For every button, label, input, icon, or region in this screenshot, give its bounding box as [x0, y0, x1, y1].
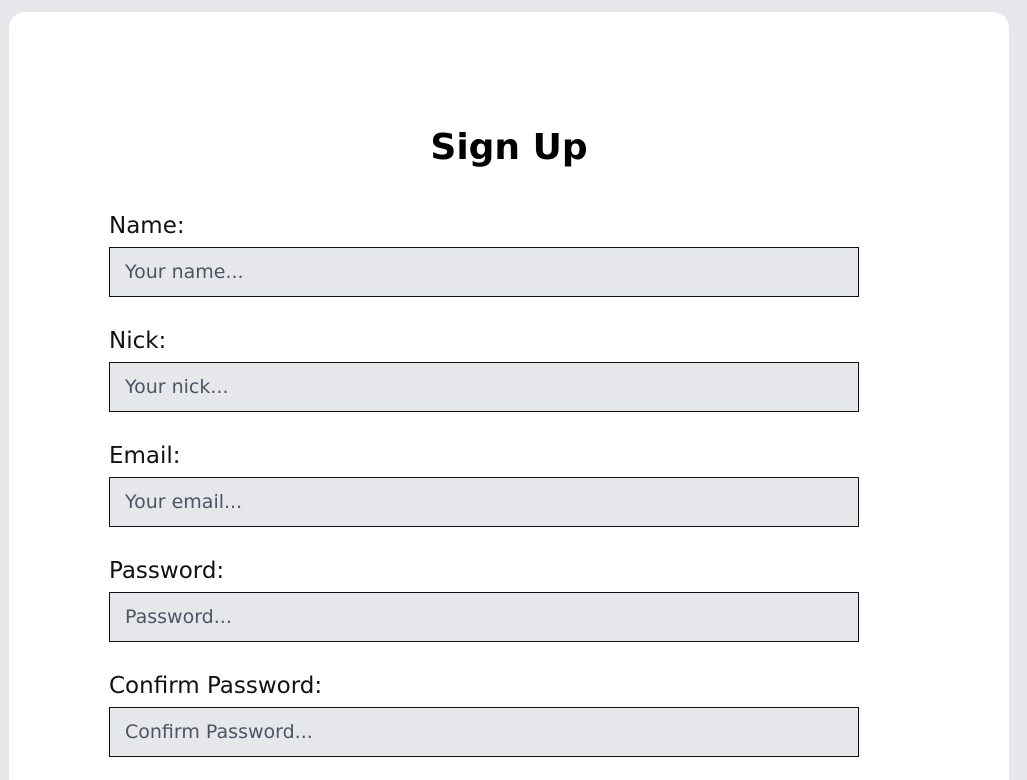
nick-label: Nick: [109, 328, 167, 354]
password-input[interactable] [109, 592, 859, 642]
password-field-group: Password: [109, 555, 859, 670]
nick-input[interactable] [109, 362, 859, 412]
email-input[interactable] [109, 477, 859, 527]
page-title: Sign Up [430, 127, 588, 168]
signup-form: Name: Nick: Email: Password: Confirm Pas… [109, 210, 859, 780]
confirm-password-field-group: Confirm Password: [109, 670, 859, 780]
page: Sign Up Name: Nick: Email: Password: Con… [0, 0, 1027, 780]
name-label: Name: [109, 213, 185, 239]
confirm-password-label: Confirm Password: [109, 673, 323, 699]
name-input[interactable] [109, 247, 859, 297]
confirm-password-input[interactable] [109, 707, 859, 757]
email-field-group: Email: [109, 440, 859, 555]
password-label: Password: [109, 558, 225, 584]
email-label: Email: [109, 443, 181, 469]
name-field-group: Name: [109, 210, 859, 325]
nick-field-group: Nick: [109, 325, 859, 440]
signup-card: Sign Up Name: Nick: Email: Password: Con… [9, 12, 1009, 780]
